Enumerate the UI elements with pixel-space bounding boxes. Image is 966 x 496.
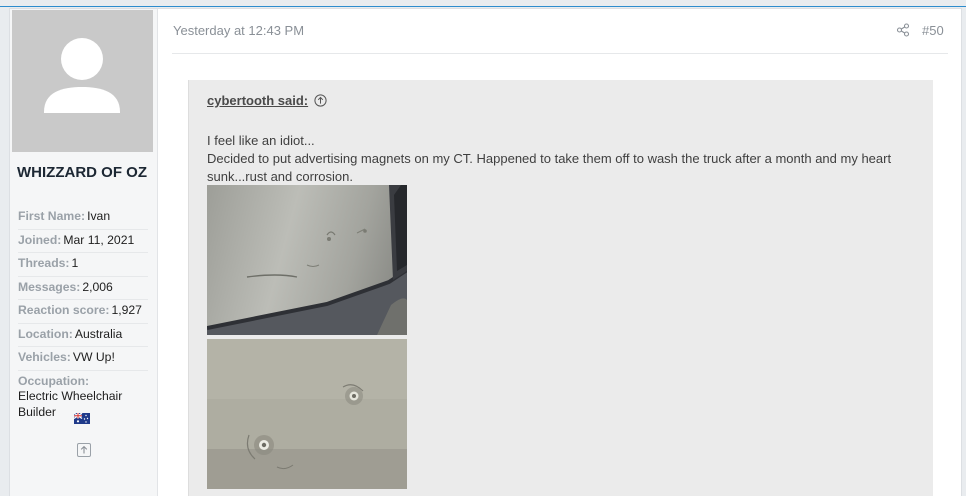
top-accent-line — [0, 0, 966, 7]
truck-door-photo — [207, 185, 407, 335]
info-label: Occupation: — [18, 373, 90, 388]
info-label: Threads: — [18, 256, 70, 270]
user-info-first-name: First Name: Ivan — [18, 206, 148, 230]
australia-flag-icon — [74, 413, 90, 424]
scroll-up-button[interactable] — [77, 443, 91, 457]
quote-author: cybertooth said: — [207, 93, 309, 108]
arrow-up-icon — [80, 445, 88, 454]
user-info-reaction-score: Reaction score: 1,927 — [18, 300, 148, 324]
user-info-location: Location: Australia — [18, 324, 148, 347]
info-label: Messages: — [18, 279, 81, 294]
quote-text: I feel like an idiot... Decided to put a… — [207, 132, 917, 186]
username[interactable]: WHIZZARD OF OZ — [16, 162, 148, 183]
user-sidebar: WHIZZARD OF OZ First Name: Ivan Joined: … — [10, 9, 158, 496]
info-value: VW Up! — [72, 350, 115, 364]
info-label: First Name: — [18, 209, 86, 223]
user-info-messages: Messages: 2,006 — [18, 277, 148, 300]
attached-photo-1[interactable] — [207, 185, 407, 335]
post-date-link[interactable]: Yesterday at 12:43 PM — [173, 23, 304, 38]
info-value: Mar 11, 2021 — [63, 232, 135, 247]
jump-to-quote-icon[interactable] — [314, 94, 327, 107]
post-number-link[interactable]: #50 — [922, 23, 944, 38]
user-info-threads: Threads: 1 — [18, 253, 148, 277]
user-info-joined: Joined: Mar 11, 2021 — [18, 230, 148, 253]
info-label: Location: — [18, 326, 73, 341]
info-label: Joined: — [18, 232, 62, 247]
post-header: Yesterday at 12:43 PM #50 — [172, 21, 948, 54]
forum-post: WHIZZARD OF OZ First Name: Ivan Joined: … — [9, 8, 962, 496]
quote-block: cybertooth said: I feel like an idiot...… — [188, 80, 933, 496]
user-avatar[interactable] — [12, 10, 153, 152]
quote-line-1: I feel like an idiot... — [207, 133, 315, 148]
info-value: Australia — [74, 326, 123, 341]
quote-line-2: Decided to put advertising magnets on my… — [207, 151, 892, 184]
info-value: 2,006 — [82, 279, 113, 294]
default-avatar-icon — [44, 38, 120, 113]
quote-author-link[interactable]: cybertooth said: — [207, 93, 327, 108]
corrosion-closeup-photo — [207, 339, 407, 489]
user-info-list: First Name: Ivan Joined: Mar 11, 2021 Th… — [18, 206, 148, 424]
info-value: Ivan — [87, 209, 111, 223]
user-info-vehicles: Vehicles: VW Up! — [18, 347, 148, 371]
info-value: 1 — [71, 256, 79, 270]
attached-photo-2[interactable] — [207, 339, 407, 489]
info-label: Vehicles: — [18, 350, 71, 364]
share-icon[interactable] — [896, 23, 910, 37]
info-value: 1,927 — [111, 303, 142, 317]
info-label: Reaction score: — [18, 303, 110, 317]
